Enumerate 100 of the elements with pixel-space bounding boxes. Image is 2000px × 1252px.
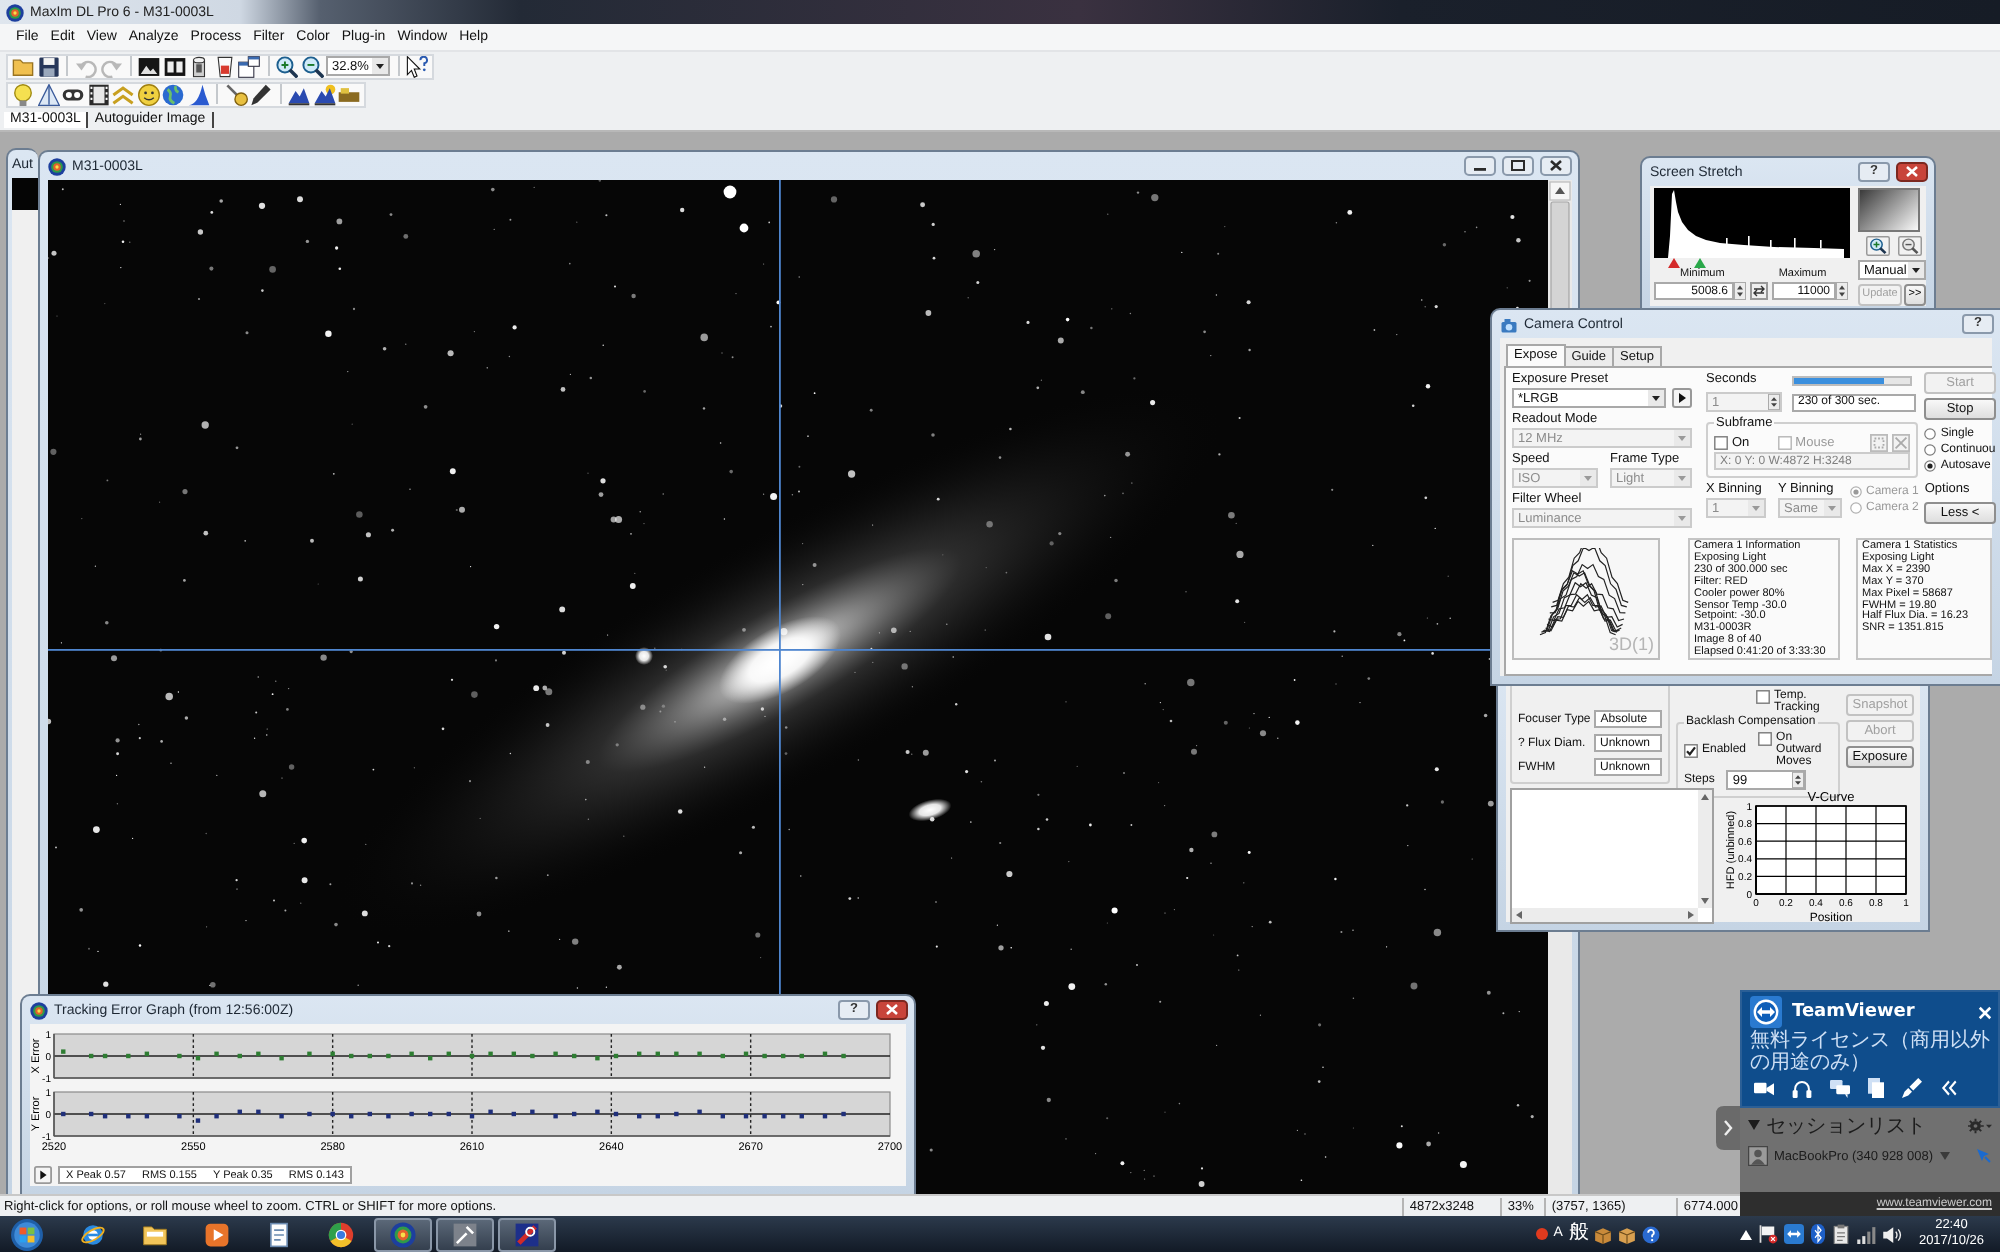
globe-icon[interactable] <box>162 83 184 105</box>
help-pointer-icon[interactable] <box>406 55 428 77</box>
maximize-icon[interactable] <box>1502 156 1534 176</box>
data-point <box>697 1051 702 1056</box>
windows-icon[interactable] <box>238 55 260 77</box>
zoom-out-icon[interactable] <box>301 55 323 77</box>
data-point <box>367 1111 372 1117</box>
split-image-icon[interactable] <box>163 55 185 77</box>
close-icon[interactable] <box>876 1000 908 1020</box>
close-icon[interactable] <box>1896 162 1928 182</box>
data-point <box>613 1053 619 1059</box>
cup-icon[interactable] <box>213 55 235 77</box>
data-point <box>488 1051 493 1056</box>
package-icon[interactable] <box>1594 1225 1613 1243</box>
play-icon[interactable] <box>34 1166 52 1184</box>
data-point <box>743 1051 749 1056</box>
chevron-tab-icon[interactable] <box>1716 1106 1740 1150</box>
data-point <box>256 1109 261 1114</box>
data-point <box>511 1111 516 1117</box>
headset-icon[interactable] <box>1792 1079 1812 1097</box>
video-camera-icon[interactable] <box>1754 1080 1774 1096</box>
data-point <box>88 1111 94 1117</box>
spinner-arrows-icon[interactable] <box>1836 282 1848 300</box>
data-point <box>144 1114 150 1119</box>
brush-icon[interactable] <box>1902 1078 1922 1098</box>
data-point <box>613 1111 619 1117</box>
conversion-mode-indicator[interactable]: 般 <box>1568 1224 1589 1244</box>
minimize-icon[interactable] <box>1464 156 1496 176</box>
copy-icon[interactable] <box>1868 1078 1884 1098</box>
data-point <box>177 1114 182 1119</box>
data-point <box>469 1053 475 1059</box>
gear-icon[interactable] <box>1968 1117 1992 1133</box>
data-point <box>279 1056 284 1061</box>
play-icon[interactable] <box>1672 388 1692 408</box>
double-chevron-icon[interactable] <box>1940 1080 1958 1096</box>
log-list[interactable] <box>1510 788 1714 924</box>
dropdown-arrow-icon <box>1674 510 1690 526</box>
data-point <box>595 1109 600 1114</box>
data-point <box>446 1111 451 1117</box>
up-arrow-icon[interactable] <box>1740 1229 1753 1239</box>
caret-icon[interactable] <box>1748 1120 1760 1130</box>
data-point <box>214 1051 219 1056</box>
dot-icon[interactable] <box>1535 1228 1548 1240</box>
taskbar-button[interactable] <box>436 1217 494 1251</box>
triangle-icon[interactable] <box>37 83 59 105</box>
close-icon[interactable] <box>1540 156 1572 176</box>
data-point <box>61 1049 66 1054</box>
bluetooth-icon[interactable] <box>1810 1224 1827 1244</box>
ring-icon <box>514 1221 540 1247</box>
start-orb-icon[interactable] <box>10 1217 44 1251</box>
zoom-in-icon[interactable] <box>1866 236 1890 256</box>
swap-icon[interactable] <box>1750 282 1768 300</box>
clipboard-icon[interactable] <box>1832 1224 1851 1244</box>
data-point <box>762 1114 767 1119</box>
signal-icon[interactable] <box>1856 1225 1877 1243</box>
speaker-icon[interactable] <box>1882 1225 1903 1243</box>
data-point <box>330 1111 335 1117</box>
data-point <box>595 1056 600 1061</box>
spinner-arrows-icon[interactable] <box>1734 282 1746 300</box>
dropdown-arrow-icon <box>1580 470 1596 486</box>
data-point <box>367 1053 372 1059</box>
pin-icon[interactable] <box>225 83 247 105</box>
chat-icon[interactable] <box>1830 1079 1850 1097</box>
help-icon[interactable] <box>1642 1225 1661 1243</box>
taskbar-button[interactable] <box>498 1217 556 1251</box>
data-point <box>720 1053 725 1059</box>
mountain-icon[interactable] <box>288 83 310 105</box>
data-point <box>256 1051 261 1056</box>
zoom-out-icon[interactable] <box>1898 236 1922 256</box>
smiley-icon[interactable] <box>137 83 159 105</box>
scrollbar[interactable] <box>1512 908 1698 922</box>
data-point <box>553 1051 558 1056</box>
wave-icon[interactable] <box>187 83 209 105</box>
data-point <box>530 1109 535 1114</box>
zoom-in-icon[interactable] <box>276 55 298 77</box>
folder-icon[interactable] <box>338 83 360 105</box>
data-point <box>637 1114 642 1119</box>
film-icon[interactable] <box>87 83 109 105</box>
data-point <box>469 1114 475 1119</box>
data-point <box>511 1051 516 1056</box>
data-point <box>822 1114 828 1119</box>
double-arrow-logo-icon[interactable] <box>1784 1224 1805 1244</box>
data-point <box>674 1051 679 1056</box>
scrollbar[interactable] <box>1698 790 1712 908</box>
cylinder-icon[interactable] <box>188 55 210 77</box>
data-point <box>446 1051 451 1056</box>
flag-icon[interactable] <box>1758 1224 1779 1244</box>
gradient-preview <box>1858 188 1920 232</box>
data-point <box>781 1114 786 1119</box>
data-point <box>409 1111 414 1117</box>
data-point <box>330 1051 335 1056</box>
package-icon[interactable] <box>1618 1225 1637 1243</box>
data-point <box>572 1053 577 1059</box>
target-icon <box>48 157 66 175</box>
mountain-sun-icon[interactable] <box>313 83 335 105</box>
image-icon[interactable] <box>138 55 160 77</box>
data-point <box>349 1114 354 1119</box>
target-icon <box>6 3 24 21</box>
dotted-square-icon[interactable] <box>1870 433 1889 451</box>
pen-icon[interactable] <box>250 83 272 105</box>
